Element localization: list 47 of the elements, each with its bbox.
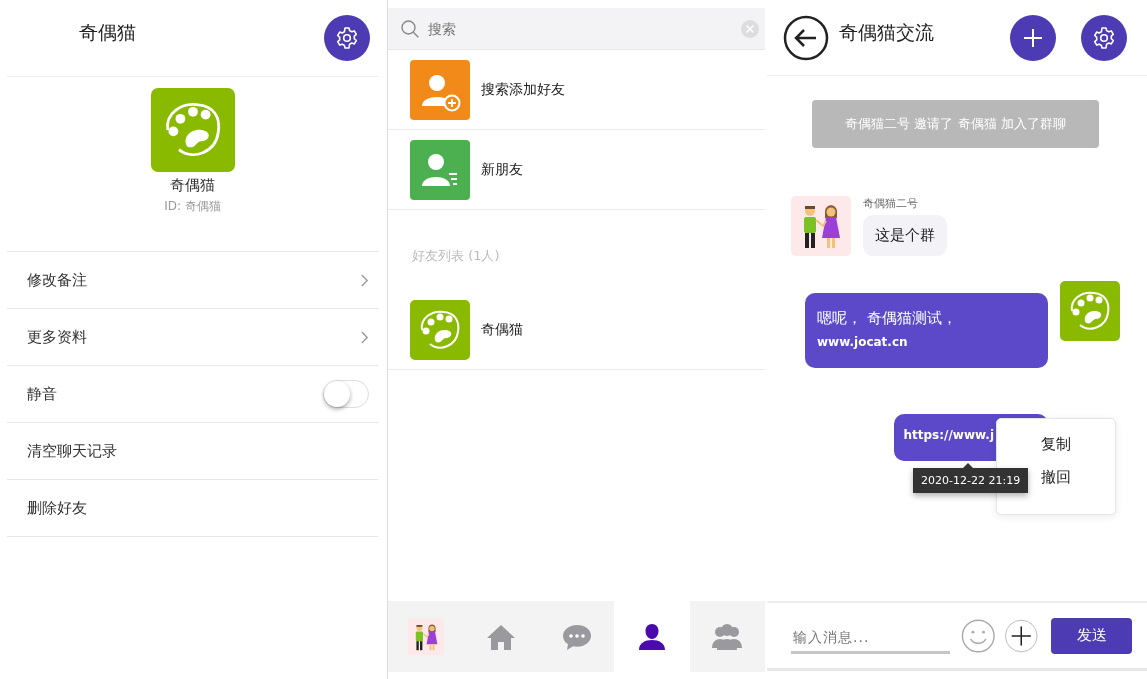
plus-icon[interactable]: [1003, 617, 1038, 654]
settings-button[interactable]: [1081, 14, 1127, 61]
paw-avatar-icon: [410, 299, 470, 360]
entry-label: 搜索添加好友: [481, 80, 565, 99]
settings-icon: [1092, 25, 1116, 50]
search-field[interactable]: 搜索: [426, 19, 735, 38]
section-title: 好友列表 (1人): [411, 247, 501, 265]
menu-item[interactable]: 清空聊天记录: [7, 423, 378, 480]
paw-avatar-icon: [150, 88, 235, 172]
context-menu-item[interactable]: 撤回: [1041, 467, 1071, 487]
system-notice: 奇偶猫二号 邀请了 奇偶猫 加入了群聊: [812, 100, 1099, 148]
contact-entry[interactable]: 新朋友: [388, 130, 765, 210]
menu-item[interactable]: 更多资料: [7, 309, 378, 366]
couple-avatar-icon: [791, 196, 851, 256]
menu-label: 修改备注: [27, 270, 87, 290]
chat-title: 奇偶猫交流: [839, 19, 934, 45]
menu-item[interactable]: 删除好友: [7, 480, 378, 537]
menu-item[interactable]: 修改备注: [7, 252, 378, 309]
send-button[interactable]: 发送: [1051, 617, 1132, 654]
menu-item[interactable]: 静音: [7, 366, 378, 423]
friend-item[interactable]: 奇偶猫: [388, 290, 765, 370]
menu-label: 静音: [27, 384, 57, 404]
add-button[interactable]: [1010, 14, 1056, 61]
settings-icon: [335, 26, 359, 50]
contact-entry[interactable]: 搜索添加好友: [388, 50, 765, 130]
search-bar[interactable]: 搜索: [388, 8, 765, 50]
menu-label: 删除好友: [27, 498, 87, 518]
page-title: 奇偶猫: [79, 20, 136, 45]
entry-label: 新朋友: [481, 160, 523, 179]
back-button[interactable]: [783, 14, 829, 61]
message-bubble: 嗯呢， 奇偶猫测试，www.jocat.cn: [805, 293, 1048, 368]
message-bubble: 这是个群: [863, 215, 947, 256]
paw-avatar-icon: [1060, 281, 1120, 341]
sender-name: 奇偶猫二号: [863, 196, 919, 211]
search-icon: [400, 18, 420, 39]
friend-name: 奇偶猫: [481, 320, 523, 339]
profile-name: 奇偶猫: [170, 176, 215, 195]
new-friend-icon: [410, 139, 470, 200]
chevron-icon: [360, 272, 369, 288]
mute-toggle[interactable]: [323, 380, 369, 408]
menu-label: 更多资料: [27, 327, 87, 347]
menu-label: 清空聊天记录: [27, 441, 117, 461]
chevron-icon: [360, 329, 369, 345]
add-friend-icon: [410, 59, 470, 120]
profile-id: ID: 奇偶猫: [164, 198, 221, 215]
couple-avatar-icon: [407, 618, 444, 655]
settings-button[interactable]: [324, 15, 370, 61]
